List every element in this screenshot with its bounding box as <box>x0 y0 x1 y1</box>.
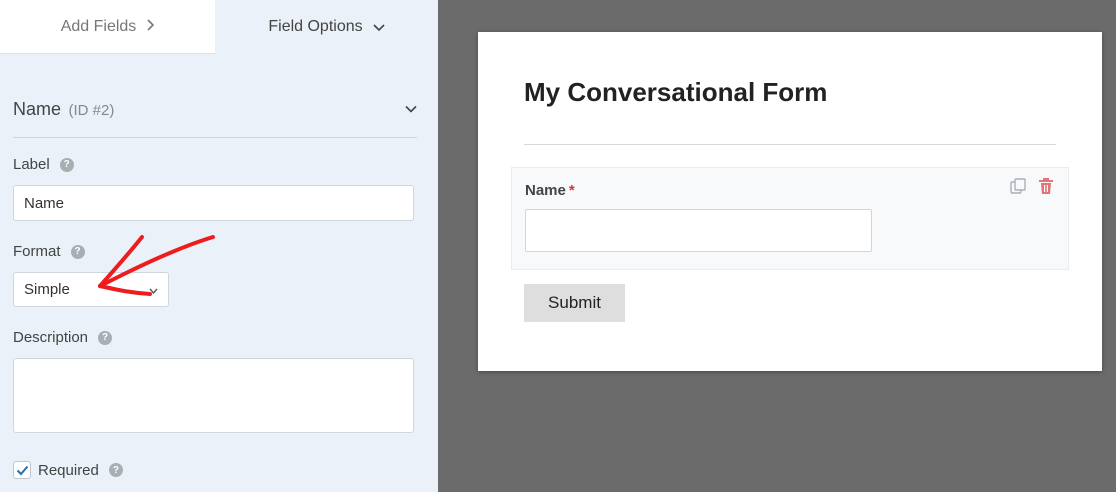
duplicate-icon[interactable] <box>1008 176 1028 196</box>
tab-field-options[interactable]: Field Options <box>215 0 438 54</box>
tab-add-fields[interactable]: Add Fields <box>0 0 215 54</box>
form-title: My Conversational Form <box>524 77 828 107</box>
required-label: Required <box>38 461 99 479</box>
name-field-label-text: Name <box>525 182 566 199</box>
name-field-block[interactable]: Name * <box>511 167 1069 270</box>
label-title-text: Label <box>13 156 50 173</box>
checkmark-icon <box>16 465 28 475</box>
chevron-down-icon <box>149 281 158 298</box>
tab-field-options-label: Field Options <box>268 18 363 35</box>
format-select[interactable]: Simple <box>13 272 169 307</box>
format-title: Format ? <box>13 243 85 260</box>
format-select-value: Simple <box>24 281 70 298</box>
field-actions <box>1008 176 1056 196</box>
field-options-panel: Add Fields Field Options Name (ID #2) La… <box>0 0 438 492</box>
chevron-down-icon <box>373 18 385 36</box>
trash-icon[interactable] <box>1036 176 1056 196</box>
format-title-text: Format <box>13 243 61 260</box>
panel-tabs: Add Fields Field Options <box>0 0 438 54</box>
field-name: Name <box>13 98 62 119</box>
name-input-preview[interactable] <box>525 209 872 252</box>
required-row: Required ? <box>13 459 123 481</box>
chevron-down-icon[interactable] <box>405 100 417 118</box>
label-title: Label ? <box>13 156 74 173</box>
help-icon[interactable]: ? <box>70 244 85 259</box>
help-icon[interactable]: ? <box>98 330 113 345</box>
required-asterisk: * <box>568 182 575 199</box>
form-preview: My Conversational Form Name * Submit <box>478 32 1102 371</box>
name-field-label: Name * <box>525 182 575 199</box>
description-title-text: Description <box>13 329 89 346</box>
chevron-right-icon <box>146 18 155 36</box>
tab-add-fields-label: Add Fields <box>60 17 137 35</box>
label-input[interactable] <box>13 185 414 221</box>
help-icon[interactable]: ? <box>108 463 123 477</box>
field-header-toggle[interactable]: Name (ID #2) <box>13 94 417 124</box>
section-divider <box>13 137 417 138</box>
description-title: Description ? <box>13 329 113 346</box>
required-checkbox[interactable] <box>13 461 31 479</box>
preview-divider <box>524 144 1056 145</box>
description-textarea[interactable] <box>13 358 414 433</box>
help-icon[interactable]: ? <box>59 157 74 172</box>
field-id: (ID #2) <box>68 101 115 119</box>
submit-button[interactable]: Submit <box>524 284 625 322</box>
